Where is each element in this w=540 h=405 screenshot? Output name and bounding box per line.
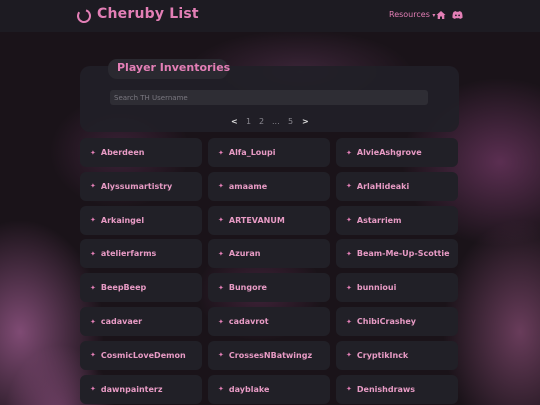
resources-dropdown[interactable]: Resources ▾: [389, 10, 435, 19]
sparkle-icon: ✦: [90, 182, 96, 191]
user-card[interactable]: ✦ CrossesNBatwingz: [208, 340, 330, 370]
user-card-name: bunnioui: [356, 283, 397, 293]
user-card-name: Beam-Me-Up-Scottie: [356, 249, 450, 259]
user-card[interactable]: ✦ Astarriem: [336, 205, 458, 235]
user-card-name: CosmicLoveDemon: [100, 350, 186, 360]
user-card[interactable]: ✦ ArlaHideaki: [336, 171, 458, 201]
user-card[interactable]: ✦ cadavaer: [80, 307, 202, 336]
sparkle-icon: ✦: [346, 317, 352, 326]
user-card[interactable]: ✦ Alyssumartistry: [80, 171, 202, 201]
user-card-name: cadavaer: [100, 317, 143, 326]
user-card-name: BeepBeep: [100, 283, 147, 293]
user-card[interactable]: ✦ amaame: [208, 171, 330, 201]
pagination-page-2[interactable]: 2: [259, 117, 264, 126]
chevron-down-icon: ▾: [432, 12, 436, 19]
user-card-name: AlvieAshgrove: [356, 148, 422, 157]
user-card[interactable]: ✦ CryptikInck: [336, 340, 458, 370]
user-card[interactable]: ✦ Arkaingel: [80, 205, 202, 235]
user-card-name: ArlaHideaki: [356, 181, 410, 191]
sparkle-icon: ✦: [346, 182, 352, 191]
discord-icon[interactable]: [452, 10, 463, 20]
sparkle-icon: ✦: [346, 249, 352, 258]
sparkle-icon: ✦: [218, 351, 224, 360]
pagination-page-1[interactable]: 1: [246, 117, 251, 126]
user-card[interactable]: ✦ atelierfarms: [80, 239, 202, 269]
user-card-name: Denishdraws: [356, 384, 416, 394]
sparkle-icon: ✦: [90, 249, 96, 258]
search-input[interactable]: [110, 90, 428, 105]
user-card[interactable]: ✦ Aberdeen: [80, 138, 202, 167]
user-card-name: Arkaingel: [100, 215, 145, 225]
user-card-name: amaame: [228, 181, 268, 191]
user-card[interactable]: ✦ BeepBeep: [80, 273, 202, 303]
user-card[interactable]: ✦ Beam-Me-Up-Scottie: [336, 239, 458, 269]
sparkle-icon: ✦: [218, 385, 224, 394]
sparkle-icon: ✦: [218, 283, 224, 292]
sparkle-icon: ✦: [346, 351, 352, 360]
user-card[interactable]: ✦ dawnpainterz: [80, 374, 202, 404]
sparkle-icon: ✦: [346, 148, 352, 157]
user-card-name: Azuran: [228, 249, 261, 259]
sparkle-icon: ✦: [346, 216, 352, 225]
sparkle-icon: ✦: [218, 182, 224, 191]
user-card-name: Bungore: [228, 283, 267, 293]
sparkle-icon: ✦: [90, 317, 96, 326]
user-card[interactable]: ✦ Denishdraws: [336, 374, 458, 404]
resources-label: Resources: [389, 10, 430, 19]
user-card[interactable]: ✦ cadavrot: [208, 307, 330, 336]
sparkle-icon: ✦: [218, 148, 224, 157]
pagination-prev-button[interactable]: <: [231, 117, 238, 126]
sparkle-icon: ✦: [218, 317, 224, 326]
sparkle-icon: ✦: [218, 216, 224, 225]
user-card-name: atelierfarms: [100, 249, 157, 259]
user-card-name: Alyssumartistry: [100, 181, 173, 191]
user-card[interactable]: ✦ bunnioui: [336, 273, 458, 303]
user-card[interactable]: ✦ Azuran: [208, 239, 330, 269]
pagination-page-5[interactable]: 5: [288, 117, 293, 126]
sparkle-icon: ✦: [218, 249, 224, 258]
user-card[interactable]: ✦ ChibiCrashey: [336, 307, 458, 336]
sparkle-icon: ✦: [346, 283, 352, 292]
sparkle-icon: ✦: [90, 148, 96, 157]
user-card-name: ChibiCrashey: [356, 317, 416, 326]
user-card-name: Astarriem: [356, 215, 402, 225]
sparkle-icon: ✦: [346, 385, 352, 394]
page-title: Player Inventories: [117, 61, 231, 74]
user-card[interactable]: ✦ Bungore: [208, 273, 330, 303]
user-card-name: Alfa_Loupi: [228, 148, 276, 157]
user-card-name: CryptikInck: [356, 350, 409, 360]
sparkle-icon: ✦: [90, 283, 96, 292]
user-card-name: dayblake: [228, 384, 270, 394]
user-card-name: cadavrot: [228, 317, 269, 326]
user-card[interactable]: ✦ ARTEVANUM: [208, 205, 330, 235]
user-card-name: CrossesNBatwingz: [228, 350, 313, 360]
sparkle-icon: ✦: [90, 216, 96, 225]
user-card-name: dawnpainterz: [100, 384, 163, 394]
home-icon[interactable]: [436, 10, 446, 20]
user-card-name: ARTEVANUM: [228, 215, 285, 225]
user-card[interactable]: ✦ Alfa_Loupi: [208, 138, 330, 167]
user-card[interactable]: ✦ CosmicLoveDemon: [80, 340, 202, 370]
user-card[interactable]: ✦ AlvieAshgrove: [336, 138, 458, 167]
sparkle-icon: ✦: [90, 351, 96, 360]
user-card-name: Aberdeen: [100, 148, 145, 157]
user-card[interactable]: ✦ dayblake: [208, 374, 330, 404]
sparkle-icon: ✦: [90, 385, 96, 394]
brand-title[interactable]: Cheruby List: [97, 6, 199, 22]
top-navbar: Cheruby List Resources ▾: [0, 0, 540, 32]
pagination-ellipsis: ...: [272, 117, 280, 126]
pagination-next-button[interactable]: >: [302, 117, 309, 126]
logo-ring-icon[interactable]: [76, 8, 92, 24]
